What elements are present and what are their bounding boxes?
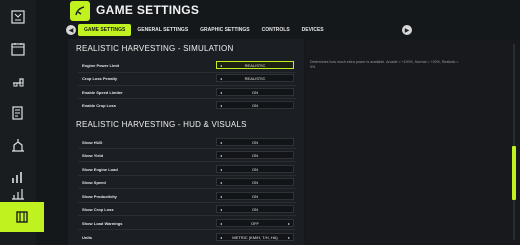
- crop-loss-toggle[interactable]: ◂ ON: [216, 101, 294, 109]
- show-engine-load-toggle[interactable]: ◂ ON: [216, 165, 294, 173]
- selector-value: ON: [252, 152, 258, 158]
- selector-value: ON: [252, 139, 258, 145]
- tab-graphic-settings[interactable]: GRAPHIC SETTINGS: [194, 24, 255, 36]
- row-label: Engine Power Limit: [82, 63, 120, 68]
- show-crop-loss-toggle[interactable]: ◂ ON: [216, 205, 294, 213]
- arrow-left-icon[interactable]: ◂: [220, 206, 222, 212]
- row-label: Show Crop Loss: [82, 207, 114, 212]
- arrow-left-icon[interactable]: ◂: [220, 102, 222, 108]
- row-divider: [78, 229, 296, 230]
- row-divider: [78, 188, 296, 189]
- tab-next-icon[interactable]: ▶: [402, 25, 412, 35]
- sidebar-item-contracts[interactable]: [0, 98, 36, 128]
- arrow-right-icon[interactable]: ▸: [288, 220, 290, 226]
- sidebar-item-settings[interactable]: [0, 202, 44, 232]
- settings-logo-icon: [70, 1, 90, 21]
- page-title: GAME SETTINGS: [96, 3, 200, 17]
- setting-description: Determines how much extra power is avail…: [310, 60, 459, 69]
- speed-limiter-toggle[interactable]: ◂ ON: [216, 88, 294, 96]
- tab-prev-icon[interactable]: ◀: [66, 25, 76, 35]
- row-divider: [78, 161, 296, 162]
- tab-game-settings[interactable]: GAME SETTINGS: [78, 24, 132, 36]
- row-divider: [78, 148, 296, 149]
- arrow-left-icon[interactable]: ◂: [220, 166, 222, 172]
- contracts-icon: [12, 106, 23, 120]
- arrow-left-icon[interactable]: ◂: [220, 152, 222, 158]
- selector-value: ON: [252, 166, 258, 172]
- tab-devices[interactable]: DEVICES: [296, 24, 330, 36]
- production-icon: [12, 139, 24, 152]
- selector-value: REALISTIC: [244, 75, 266, 81]
- arrow-left-icon[interactable]: ◂: [220, 179, 222, 185]
- row-divider: [78, 85, 296, 86]
- row-label: Enable Speed Limiter: [82, 90, 123, 95]
- row-divider: [78, 202, 296, 203]
- row-label: Show HUD: [82, 140, 103, 145]
- tractor-icon: [13, 78, 24, 87]
- tab-general-settings[interactable]: GENERAL SETTINGS: [131, 24, 194, 36]
- row-label: Units: [82, 235, 92, 240]
- row-label: Show Yield: [82, 153, 104, 158]
- row-label: Enable Crop Loss: [82, 103, 117, 108]
- selector-value: ON: [252, 179, 258, 185]
- selector-value: OFF: [251, 220, 259, 226]
- row-divider: [78, 175, 296, 176]
- arrow-left-icon[interactable]: ◂: [220, 234, 222, 240]
- selector-value: REALISTIC: [244, 62, 266, 68]
- row-label: Crop Loss Penalty: [82, 76, 118, 81]
- show-load-warnings-toggle[interactable]: ◂ OFF ▸: [216, 219, 294, 227]
- selector-value: ON: [252, 193, 258, 199]
- arrow-left-icon[interactable]: ◂: [220, 89, 222, 95]
- scrollbar-thumb[interactable]: [512, 146, 516, 200]
- row-label: Show Productivity: [82, 194, 117, 199]
- section-title-simulation: REALISTIC HARVESTING - SIMULATION: [76, 44, 234, 53]
- tab-controls[interactable]: CONTROLS: [256, 24, 296, 36]
- arrow-left-icon[interactable]: ◂: [220, 62, 222, 68]
- sidebar-item-vehicles[interactable]: [0, 66, 36, 96]
- row-divider: [78, 215, 296, 216]
- selector-value: ON: [252, 206, 258, 212]
- arrow-left-icon[interactable]: ◂: [220, 193, 222, 199]
- show-speed-toggle[interactable]: ◂ ON: [216, 178, 294, 186]
- map-icon: [11, 10, 25, 24]
- selector-value: ON: [252, 89, 258, 95]
- row-divider: [78, 72, 296, 73]
- row-divider: [78, 98, 296, 99]
- units-selector[interactable]: ◂ METRIC (KM/H, T/H, HA) ▸: [216, 233, 294, 241]
- scrollbar-track[interactable]: [513, 44, 515, 240]
- row-label: Show Speed: [82, 180, 106, 185]
- statistics-icon: [12, 189, 24, 200]
- show-hud-toggle[interactable]: ◂ ON: [216, 138, 294, 146]
- selector-value: ON: [252, 102, 258, 108]
- show-productivity-toggle[interactable]: ◂ ON: [216, 192, 294, 200]
- arrow-right-icon[interactable]: ▸: [288, 234, 290, 240]
- show-yield-toggle[interactable]: ◂ ON: [216, 151, 294, 159]
- tab-bar: GAME SETTINGS GENERAL SETTINGS GRAPHIC S…: [78, 24, 330, 36]
- section-title-hud: REALISTIC HARVESTING - HUD & VISUALS: [76, 120, 247, 129]
- calendar-icon: [11, 43, 25, 56]
- selector-value: METRIC (KM/H, T/H, HA): [232, 234, 278, 240]
- arrow-left-icon[interactable]: ◂: [220, 139, 222, 145]
- settings-icon: [16, 211, 28, 223]
- crop-loss-penalty-selector[interactable]: ◂ REALISTIC: [216, 74, 294, 82]
- sidebar-item-map[interactable]: [0, 2, 36, 32]
- sidebar: [0, 0, 44, 245]
- arrow-left-icon[interactable]: ◂: [220, 75, 222, 81]
- row-label: Show Engine Load: [82, 167, 118, 172]
- arrow-left-icon[interactable]: ◂: [220, 220, 222, 226]
- sidebar-item-production[interactable]: [0, 130, 36, 160]
- engine-power-limit-selector[interactable]: ◂ REALISTIC: [216, 61, 294, 69]
- row-label: Show Load Warnings: [82, 221, 123, 226]
- sidebar-item-calendar[interactable]: [0, 34, 36, 64]
